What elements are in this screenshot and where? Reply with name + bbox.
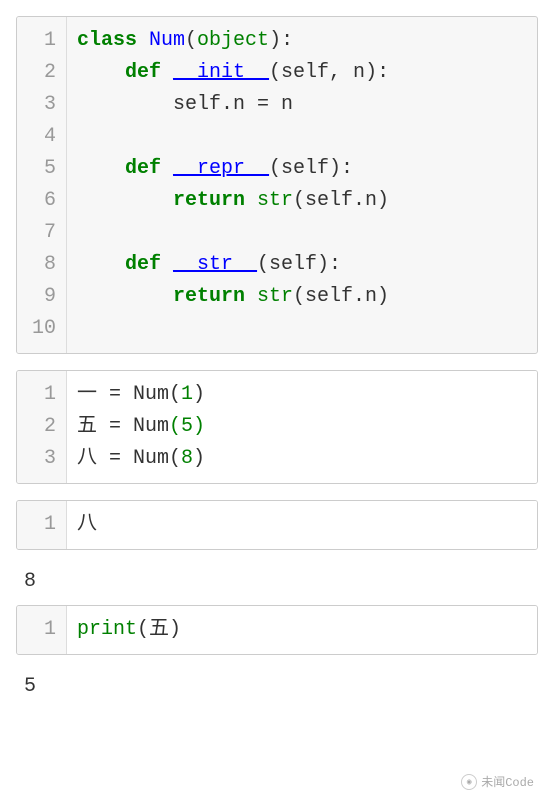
token: return	[173, 189, 257, 212]
watermark-text: 未闻Code	[481, 773, 534, 790]
token: 八	[77, 513, 97, 536]
token: (self):	[269, 157, 353, 180]
code-line: def __init__(self, n):	[77, 57, 527, 89]
token: 一 = Num(	[77, 383, 181, 406]
code-line: def __repr__(self):	[77, 153, 527, 185]
token: 1	[181, 383, 193, 406]
token: 五 = Num	[77, 415, 169, 438]
line-number-gutter: 123	[17, 371, 67, 483]
token: )	[193, 383, 205, 406]
code-content[interactable]: class Num(object): def __init__(self, n)…	[67, 17, 537, 353]
token: (五)	[137, 618, 181, 641]
watermark: ◉ 未闻Code	[461, 773, 534, 790]
token: str	[257, 189, 293, 212]
token	[77, 157, 125, 180]
token: return	[173, 285, 257, 308]
token: __str__	[173, 253, 257, 276]
wechat-icon: ◉	[461, 774, 477, 790]
line-number-gutter: 1	[17, 606, 67, 654]
token: object	[197, 29, 269, 52]
token: __repr__	[173, 157, 269, 180]
token: def	[125, 61, 173, 84]
line-number: 10	[25, 313, 56, 345]
line-number: 1	[25, 25, 56, 57]
line-number: 2	[25, 411, 56, 443]
line-number: 1	[25, 614, 56, 646]
token: Num	[149, 29, 185, 52]
code-line: 五 = Num(5)	[77, 411, 527, 443]
line-number: 6	[25, 185, 56, 217]
token	[77, 253, 125, 276]
line-number: 8	[25, 249, 56, 281]
code-cell[interactable]: 1 print(五)	[16, 605, 538, 655]
token: )	[193, 447, 205, 470]
token	[77, 61, 125, 84]
token	[77, 189, 173, 212]
token: str	[257, 285, 293, 308]
token: 八 = Num(	[77, 447, 181, 470]
line-number: 3	[25, 443, 56, 475]
code-line: def __str__(self):	[77, 249, 527, 281]
line-number-gutter: 12345678910	[17, 17, 67, 353]
token: def	[125, 253, 173, 276]
code-line: class Num(object):	[77, 25, 527, 57]
token: class	[77, 29, 149, 52]
line-number: 1	[25, 379, 56, 411]
code-line	[77, 121, 527, 153]
code-line	[77, 313, 527, 345]
code-line: 一 = Num(1)	[77, 379, 527, 411]
code-cell[interactable]: 1八	[16, 500, 538, 550]
token: ):	[269, 29, 293, 52]
line-number-gutter: 1	[17, 501, 67, 549]
line-number: 7	[25, 217, 56, 249]
output-text: 8	[16, 566, 538, 605]
line-number: 2	[25, 57, 56, 89]
code-cell[interactable]: 123一 = Num(1)五 = Num(5)八 = Num(8)	[16, 370, 538, 484]
code-line: return str(self.n)	[77, 185, 527, 217]
line-number: 5	[25, 153, 56, 185]
code-cell[interactable]: 12345678910class Num(object): def __init…	[16, 16, 538, 354]
code-content[interactable]: print(五)	[67, 606, 537, 654]
line-number: 4	[25, 121, 56, 153]
code-line: 八	[77, 509, 527, 541]
token: 8	[181, 447, 193, 470]
output-text: 5	[16, 671, 538, 710]
code-content[interactable]: 八	[67, 501, 537, 549]
code-content[interactable]: 一 = Num(1)五 = Num(5)八 = Num(8)	[67, 371, 537, 483]
token: self.n = n	[77, 93, 293, 116]
token	[77, 285, 173, 308]
token: (self):	[257, 253, 341, 276]
line-number: 1	[25, 509, 56, 541]
token: __init__	[173, 61, 269, 84]
token: (self.n)	[293, 285, 389, 308]
line-number: 3	[25, 89, 56, 121]
token: print	[77, 618, 137, 641]
code-line: self.n = n	[77, 89, 527, 121]
token: (	[185, 29, 197, 52]
token: (5)	[169, 415, 205, 438]
code-line: print(五)	[77, 614, 527, 646]
code-line	[77, 217, 527, 249]
token: (self.n)	[293, 189, 389, 212]
token: def	[125, 157, 173, 180]
code-line: 八 = Num(8)	[77, 443, 527, 475]
code-line: return str(self.n)	[77, 281, 527, 313]
token: (self, n):	[269, 61, 389, 84]
line-number: 9	[25, 281, 56, 313]
